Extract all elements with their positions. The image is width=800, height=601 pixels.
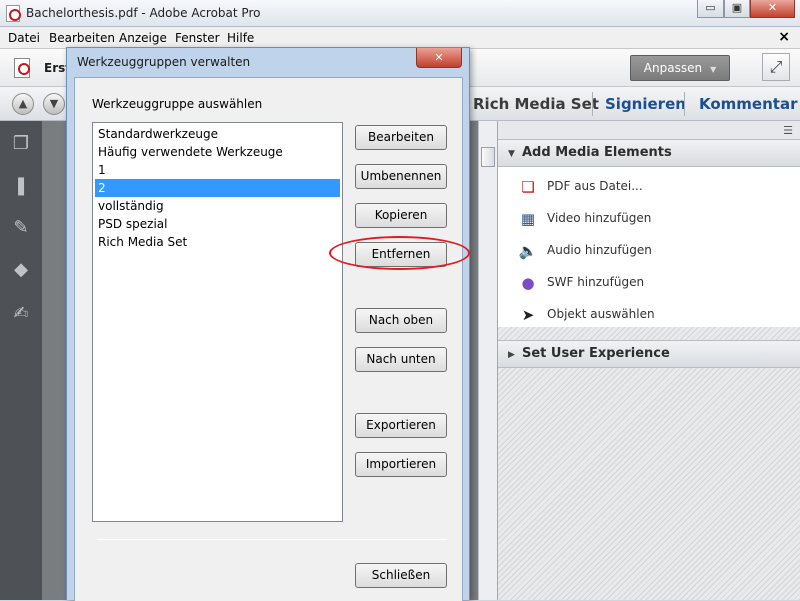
select-group-label: Werkzeuggruppe auswählen	[92, 97, 263, 111]
window-titlebar: Bachelorthesis.pdf - Adobe Acrobat Pro ▭…	[0, 0, 800, 27]
media-tools-list: ❏ PDF aus Datei... ▦ Video hinzufügen 🔈 …	[498, 167, 800, 327]
tool-group-listbox[interactable]: Standardwerkzeuge Häufig verwendete Werk…	[92, 122, 343, 522]
move-down-button[interactable]: Nach unten	[355, 347, 447, 372]
right-task-panel: ☰ ▼ Add Media Elements ❏ PDF aus Datei...…	[497, 121, 800, 600]
move-up-button[interactable]: Nach oben	[355, 308, 447, 333]
tab-divider	[684, 92, 685, 116]
section-title: Add Media Elements	[522, 145, 672, 160]
expand-icon[interactable]: ⤢	[762, 53, 790, 81]
tool-label: SWF hinzufügen	[547, 275, 645, 289]
menu-hilfe[interactable]: Hilfe	[227, 31, 254, 45]
attachment-icon[interactable]: ✎	[10, 217, 32, 239]
menu-anzeige[interactable]: Anzeige	[119, 31, 167, 45]
scrollbar-thumb[interactable]	[481, 147, 495, 167]
dialog-body: Werkzeuggruppe auswählen Standardwerkzeu…	[74, 77, 463, 601]
section-set-user-experience[interactable]: ▶ Set User Experience	[498, 340, 800, 368]
manage-tool-groups-dialog: Werkzeuggruppen verwalten ✕ Werkzeuggrup…	[66, 47, 470, 601]
copy-button[interactable]: Kopieren	[355, 203, 447, 228]
section-title: Set User Experience	[522, 346, 670, 361]
minimize-button[interactable]: ▭	[697, 0, 724, 18]
dialog-close-button[interactable]: ✕	[416, 48, 462, 68]
export-button[interactable]: Exportieren	[355, 413, 447, 438]
tool-label: Objekt auswählen	[547, 307, 655, 321]
layers-icon[interactable]: ◆	[10, 259, 32, 281]
collapse-arrow-icon: ▼	[508, 149, 515, 159]
list-item[interactable]: Häufig verwendete Werkzeuge	[95, 143, 340, 161]
create-pdf-icon[interactable]	[14, 58, 30, 78]
tab-kommentar[interactable]: Kommentar	[699, 95, 797, 113]
tool-label: Video hinzufügen	[547, 211, 652, 225]
anpassen-label: Anpassen	[643, 61, 703, 75]
chevron-down-icon: ▼	[710, 65, 717, 74]
edit-button[interactable]: Bearbeiten	[355, 125, 447, 150]
left-navigation-pane: ❐ ❚ ✎ ◆ ✍	[0, 121, 42, 600]
tool-pdf-from-file[interactable]: ❏ PDF aus Datei...	[518, 175, 788, 199]
pdf-file-icon: ❏	[521, 178, 535, 196]
tool-label: Audio hinzufügen	[547, 243, 652, 257]
next-page-icon[interactable]: ▼	[43, 93, 65, 115]
tool-label: PDF aus Datei...	[547, 179, 643, 193]
signature-icon[interactable]: ✍	[10, 303, 32, 325]
list-item[interactable]: Rich Media Set	[95, 233, 340, 251]
list-item[interactable]: Standardwerkzeuge	[95, 125, 340, 143]
menu-bearbeiten[interactable]: Bearbeiten	[49, 31, 115, 45]
anpassen-button[interactable]: Anpassen ▼	[630, 55, 730, 81]
tool-add-audio[interactable]: 🔈 Audio hinzufügen	[518, 239, 788, 263]
close-dialog-button[interactable]: Schließen	[355, 563, 447, 588]
previous-page-icon[interactable]: ▲	[12, 93, 34, 115]
maximize-button[interactable]: ▣	[724, 0, 750, 18]
dialog-title: Werkzeuggruppen verwalten	[77, 55, 251, 69]
document-close-icon[interactable]: ×	[778, 29, 790, 45]
audio-icon: 🔈	[518, 242, 538, 260]
tool-add-video[interactable]: ▦ Video hinzufügen	[518, 207, 788, 231]
select-arrow-icon: ➤	[521, 306, 535, 324]
menubar: Datei Bearbeiten Anzeige Fenster Hilfe ×	[0, 27, 800, 49]
panel-options-icon[interactable]: ☰	[783, 124, 793, 137]
list-item[interactable]: 1	[95, 161, 340, 179]
import-button[interactable]: Importieren	[355, 452, 447, 477]
rename-button[interactable]: Umbenennen	[355, 164, 447, 189]
pdf-document-icon	[6, 5, 21, 22]
tab-rich-media-set[interactable]: Rich Media Set	[473, 95, 599, 113]
pages-icon[interactable]: ❐	[10, 133, 32, 155]
expand-arrow-icon: ▶	[508, 350, 515, 360]
window-title: Bachelorthesis.pdf - Adobe Acrobat Pro	[26, 6, 261, 20]
tool-add-swf[interactable]: ● SWF hinzufügen	[518, 271, 788, 295]
menu-datei[interactable]: Datei	[8, 31, 40, 45]
tool-select-object[interactable]: ➤ Objekt auswählen	[518, 303, 788, 327]
swf-icon: ●	[521, 274, 535, 292]
list-item[interactable]: PSD spezial	[95, 215, 340, 233]
window-close-button[interactable]: ✕	[750, 0, 795, 18]
dialog-separator	[97, 539, 447, 540]
list-item-selected[interactable]: 2	[95, 179, 340, 197]
menu-fenster[interactable]: Fenster	[175, 31, 220, 45]
tab-divider	[592, 92, 593, 116]
list-item[interactable]: vollständig	[95, 197, 340, 215]
remove-button[interactable]: Entfernen	[355, 242, 447, 267]
panel-options-bar: ☰	[498, 121, 800, 139]
section-add-media-elements[interactable]: ▼ Add Media Elements	[498, 139, 800, 167]
video-icon: ▦	[520, 210, 536, 228]
document-scrollbar[interactable]	[478, 121, 497, 600]
tab-signieren[interactable]: Signieren	[605, 95, 686, 113]
bookmark-icon[interactable]: ❚	[10, 175, 32, 197]
